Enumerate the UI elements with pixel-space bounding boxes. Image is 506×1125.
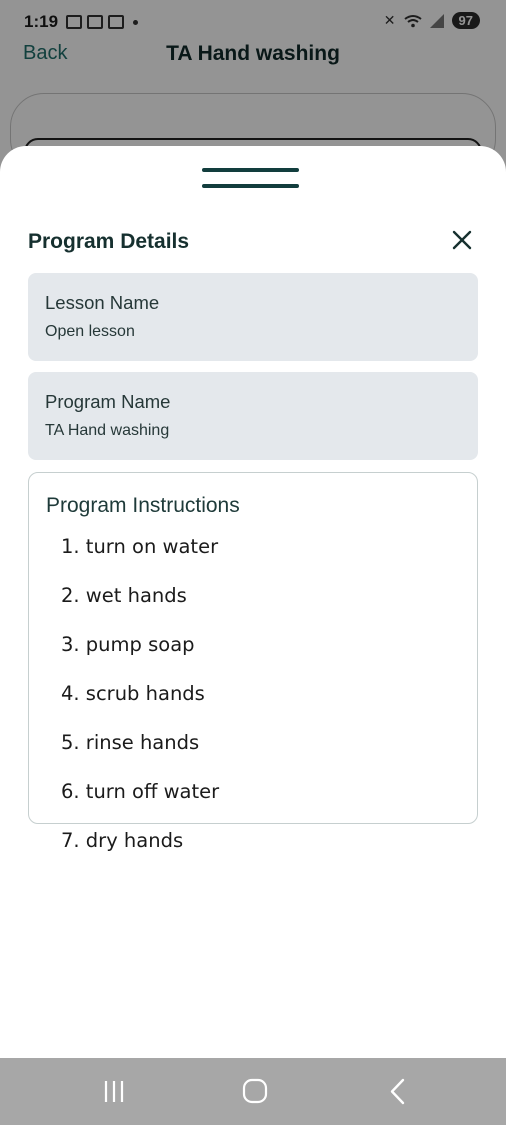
- back-icon: [390, 1078, 405, 1105]
- list-item: 3. pump soap: [61, 633, 195, 656]
- instructions-list: 1. turn on water 2. wet hands 3. pump so…: [61, 534, 219, 877]
- drag-handle[interactable]: [202, 168, 299, 190]
- close-icon: [452, 230, 472, 250]
- home-button[interactable]: [225, 1072, 285, 1112]
- list-item: 5. rinse hands: [61, 731, 200, 754]
- list-item: 1. turn on water: [61, 535, 219, 558]
- recent-apps-icon: [104, 1081, 124, 1102]
- list-item: 2. wet hands: [61, 584, 187, 607]
- program-name-value: TA Hand washing: [45, 422, 170, 439]
- list-item: 4. scrub hands: [61, 682, 205, 705]
- lesson-name-value: Open lesson: [45, 323, 135, 340]
- drag-handle-bar-top: [202, 168, 299, 172]
- instructions-title: Program Instructions: [46, 494, 240, 517]
- lesson-name-card: Lesson Name Open lesson: [28, 273, 478, 361]
- list-item: 7. dry hands: [61, 829, 184, 852]
- program-name-label: Program Name: [45, 391, 171, 412]
- home-icon: [242, 1078, 268, 1104]
- system-nav-bar: [0, 1058, 506, 1125]
- sheet-title: Program Details: [28, 230, 190, 253]
- lesson-name-label: Lesson Name: [45, 292, 160, 313]
- recent-apps-button[interactable]: [84, 1072, 144, 1112]
- close-button[interactable]: [448, 226, 476, 254]
- list-item: 6. turn off water: [61, 780, 220, 803]
- program-details-sheet: Program Details Lesson Name Open lesson …: [0, 146, 506, 1058]
- drag-handle-bar-bottom: [202, 184, 299, 188]
- back-button[interactable]: [368, 1072, 428, 1112]
- program-name-card: Program Name TA Hand washing: [28, 372, 478, 460]
